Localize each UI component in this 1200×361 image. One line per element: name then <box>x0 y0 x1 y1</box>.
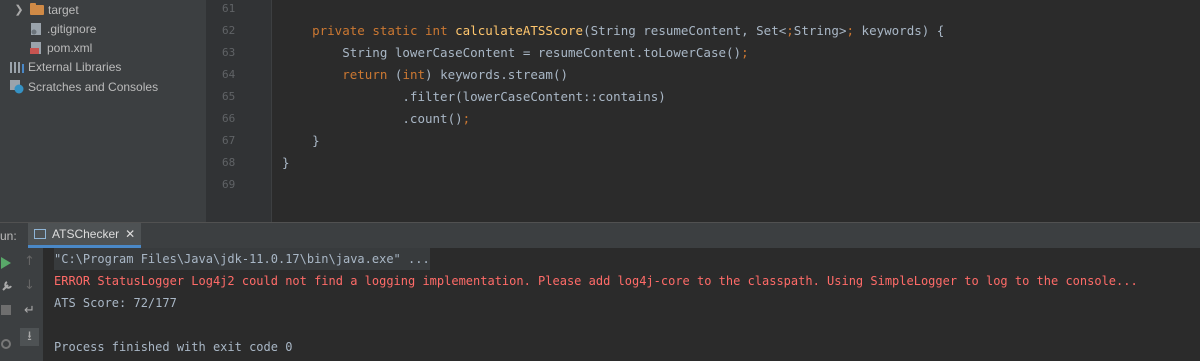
code-line[interactable]: .count(); <box>282 108 470 130</box>
maven-file-icon <box>30 41 41 54</box>
console-toolbar: ↑ ↓ ↵ ⭳ <box>16 248 44 361</box>
console-score-line: ATS Score: 72/177 <box>54 296 177 310</box>
tab-atschecker[interactable]: ATSChecker ✕ <box>28 223 142 248</box>
console-output: "C:\Program Files\Java\jdk-11.0.17\bin\j… <box>44 248 1200 361</box>
scroll-to-end-icon[interactable]: ⭳ <box>20 328 39 346</box>
chevron-right-icon[interactable]: ❯ <box>12 3 26 16</box>
line-number: 68 <box>222 156 236 169</box>
wrench-icon[interactable] <box>1 280 13 292</box>
console-icon <box>34 229 46 239</box>
line-number: 65 <box>222 90 236 103</box>
rerun-icon[interactable] <box>1 257 11 269</box>
tree-item-pom[interactable]: pom.xml <box>30 38 92 57</box>
line-number: 63 <box>222 46 236 59</box>
settings-icon[interactable] <box>0 338 12 350</box>
line-number: 67 <box>222 134 236 147</box>
tree-item-label: target <box>48 2 79 17</box>
code-line[interactable]: return (int) keywords.stream() <box>282 64 568 86</box>
code-line[interactable]: String lowerCaseContent = resumeContent.… <box>282 42 748 64</box>
line-number: 66 <box>222 112 236 125</box>
tree-item-gitignore[interactable]: .gitignore <box>30 19 96 38</box>
tree-item-label: pom.xml <box>47 40 93 55</box>
scroll-down-icon[interactable]: ↓ <box>16 278 43 293</box>
soft-wrap-icon[interactable]: ↵ <box>16 303 43 318</box>
tree-item-target[interactable]: ❯ target <box>12 0 79 19</box>
tab-title: ATSChecker <box>52 227 120 241</box>
code-line[interactable]: .filter(lowerCaseContent::contains) <box>282 86 665 108</box>
gutter-divider <box>271 0 272 222</box>
project-tree-panel: ❯ target .gitignore pom.xml External Lib… <box>0 0 206 222</box>
tree-item-label: Scratches and Consoles <box>28 79 159 94</box>
run-panel-header: un: ATSChecker ✕ <box>0 222 1200 249</box>
console-error-line: ERROR StatusLogger Log4j2 could not find… <box>54 274 1138 288</box>
line-number: 64 <box>222 68 236 81</box>
close-icon[interactable]: ✕ <box>125 227 135 241</box>
console-exit-line: Process finished with exit code 0 <box>54 340 293 354</box>
scratches-icon <box>10 79 24 93</box>
libraries-icon <box>10 61 24 73</box>
run-panel-label: un: <box>0 229 17 243</box>
code-line[interactable]: private static int calculateATSScore(Str… <box>282 20 944 42</box>
tree-item-label: .gitignore <box>47 21 97 36</box>
folder-icon <box>30 2 44 15</box>
tree-item-label: External Libraries <box>28 59 122 74</box>
line-number: 61 <box>222 2 236 15</box>
tree-item-scratches[interactable]: Scratches and Consoles <box>10 77 158 96</box>
tree-item-external-libraries[interactable]: External Libraries <box>10 57 121 76</box>
run-left-toolbar <box>0 248 16 361</box>
stop-icon[interactable] <box>0 304 12 316</box>
line-number: 69 <box>222 178 236 191</box>
console-command-line: "C:\Program Files\Java\jdk-11.0.17\bin\j… <box>54 248 430 270</box>
code-line[interactable]: } <box>282 152 290 174</box>
line-number: 62 <box>222 24 236 37</box>
code-line[interactable]: } <box>282 130 320 152</box>
gitignore-file-icon <box>31 22 41 35</box>
scroll-up-icon[interactable]: ↑ <box>16 254 43 269</box>
